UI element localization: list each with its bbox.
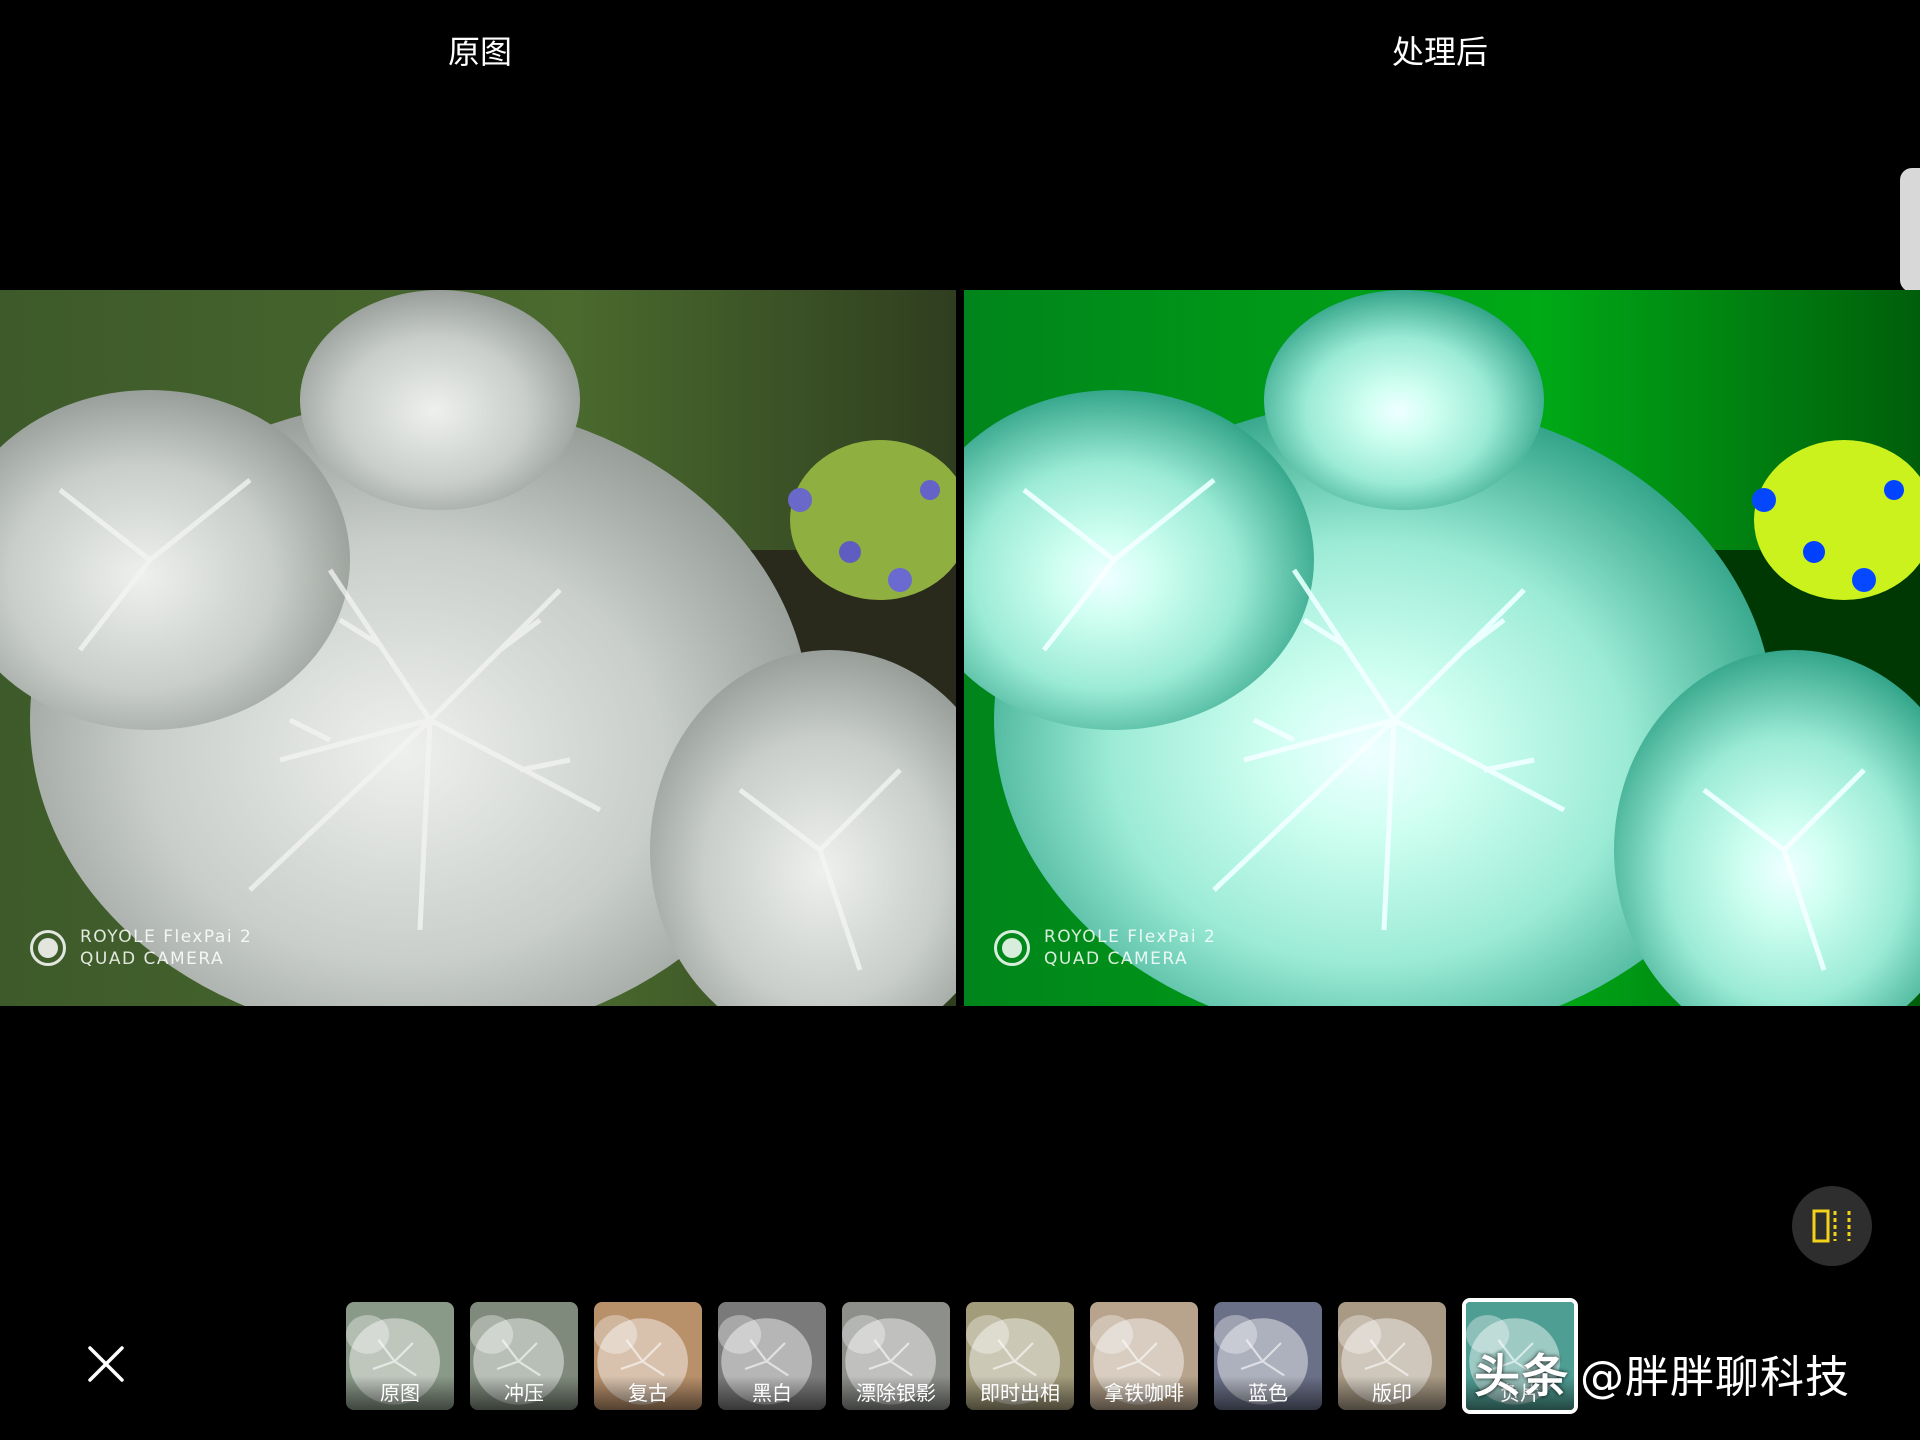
camera-logo-icon bbox=[994, 930, 1030, 966]
filter-label: 黑白 bbox=[718, 1376, 826, 1410]
filter-compare-screen: 原图 处理后 ROYOLE FlexPai 2 QUAD CAMERA ROYO… bbox=[0, 0, 1920, 1440]
camera-watermark: ROYOLE FlexPai 2 QUAD CAMERA bbox=[30, 926, 252, 970]
watermark-line-1: ROYOLE FlexPai 2 bbox=[80, 927, 253, 947]
compare-split-icon bbox=[1812, 1209, 1851, 1243]
filter-thumbnail[interactable]: 黑白 bbox=[718, 1302, 826, 1410]
camera-logo-icon bbox=[30, 930, 66, 966]
filter-thumbnail[interactable]: 漂除银影 bbox=[842, 1302, 950, 1410]
brand-watermark: 头条 @胖胖聊科技 bbox=[1474, 1340, 1850, 1406]
compare-toggle-button[interactable] bbox=[1792, 1186, 1872, 1266]
processed-photo: ROYOLE FlexPai 2 QUAD CAMERA bbox=[964, 290, 1920, 1006]
filter-thumbnail[interactable]: 版印 bbox=[1338, 1302, 1446, 1410]
original-pane-title: 原图 bbox=[447, 33, 512, 71]
watermark-line-1: ROYOLE FlexPai 2 bbox=[1044, 927, 1217, 947]
close-button[interactable] bbox=[80, 1338, 132, 1390]
brand-handle: @胖胖聊科技 bbox=[1580, 1352, 1850, 1403]
edge-panel-handle[interactable] bbox=[1900, 168, 1920, 292]
processed-pane-title: 处理后 bbox=[1391, 33, 1488, 71]
filter-label: 冲压 bbox=[470, 1376, 578, 1410]
filter-thumbnail[interactable]: 复古 bbox=[594, 1302, 702, 1410]
filter-label: 即时出相 bbox=[966, 1376, 1074, 1410]
close-icon bbox=[88, 1346, 124, 1382]
filter-thumbnail[interactable]: 原图 bbox=[346, 1302, 454, 1410]
filter-thumbnail[interactable]: 蓝色 bbox=[1214, 1302, 1322, 1410]
brand-mark: 头条 bbox=[1474, 1349, 1570, 1403]
filter-thumbnail[interactable]: 拿铁咖啡 bbox=[1090, 1302, 1198, 1410]
plant-photo-original bbox=[0, 290, 956, 1006]
watermark-line-2: QUAD CAMERA bbox=[1044, 949, 1189, 969]
filter-label: 漂除银影 bbox=[842, 1376, 950, 1410]
filter-label: 蓝色 bbox=[1214, 1376, 1322, 1410]
original-photo: ROYOLE FlexPai 2 QUAD CAMERA bbox=[0, 290, 956, 1006]
filter-label: 原图 bbox=[346, 1376, 454, 1410]
filter-label: 拿铁咖啡 bbox=[1090, 1376, 1198, 1410]
filter-thumbnail[interactable]: 即时出相 bbox=[966, 1302, 1074, 1410]
filter-thumbnail[interactable]: 冲压 bbox=[470, 1302, 578, 1410]
filter-strip: 原图 冲压 复古 黑白 漂除银影 即时出相 拿铁咖啡 蓝色 版印 负片 bbox=[346, 1298, 1578, 1414]
camera-watermark-processed: ROYOLE FlexPai 2 QUAD CAMERA bbox=[994, 926, 1216, 970]
filter-label: 复古 bbox=[594, 1376, 702, 1410]
plant-photo-processed bbox=[964, 290, 1920, 1006]
watermark-line-2: QUAD CAMERA bbox=[80, 949, 225, 969]
filter-label: 版印 bbox=[1338, 1376, 1446, 1410]
